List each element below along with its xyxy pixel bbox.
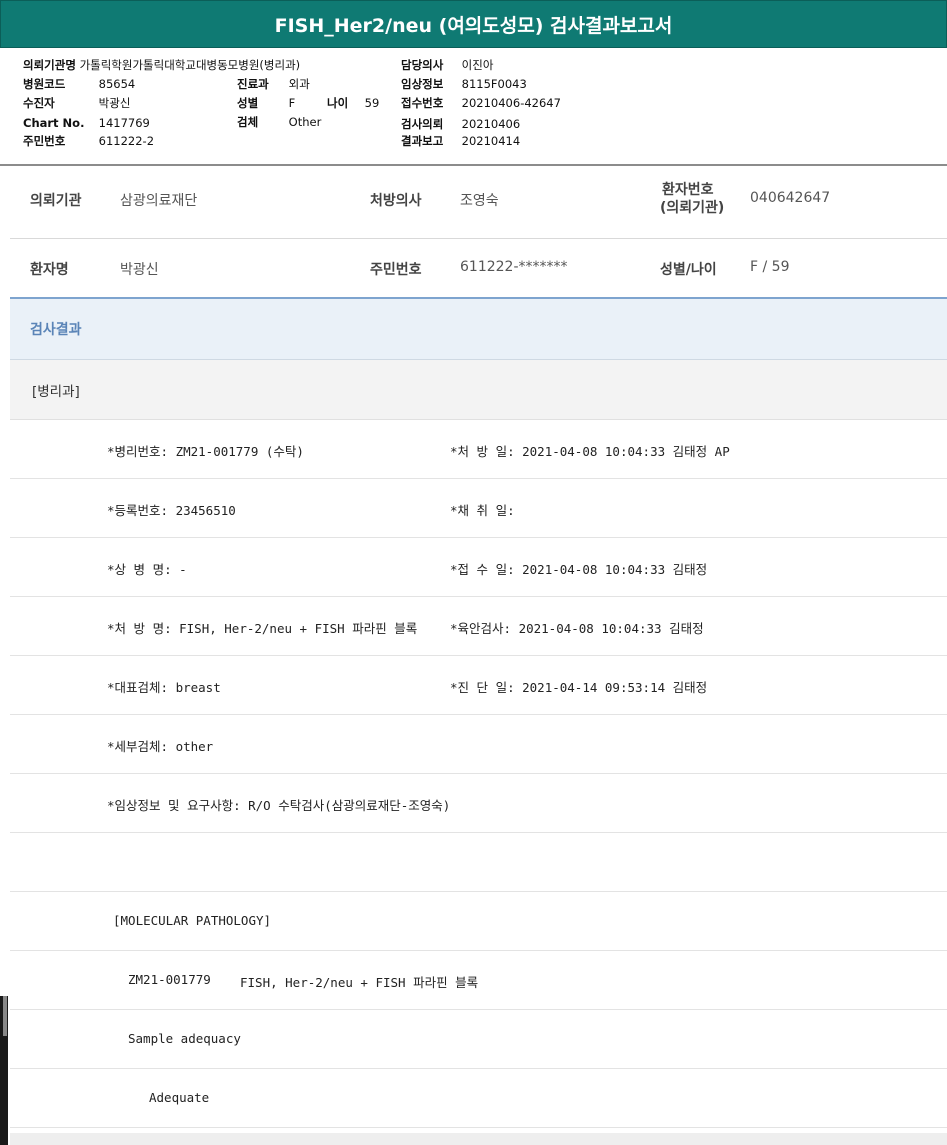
header-department: 진료과 외과 xyxy=(237,76,310,92)
scrollbar-thumb[interactable] xyxy=(3,996,7,1036)
department-row: [병리과] xyxy=(10,360,947,420)
header-label: 접수번호 xyxy=(401,96,444,110)
header-report-date: 결과보고 20210414 xyxy=(401,133,520,149)
header-label: 담당의사 xyxy=(401,58,444,72)
molecular-test: FISH, Her-2/neu + FISH 파라핀 블록 xyxy=(240,975,479,990)
molecular-code: ZM21-001779 xyxy=(128,972,211,987)
header-label: 나이 xyxy=(327,96,349,110)
header-accession-no: 접수번호 20210406-42647 xyxy=(401,95,561,111)
header-chart-no: Chart No. 1417769 xyxy=(23,116,150,130)
result-row: *처 방 명: FISH, Her-2/neu + FISH 파라핀 블록 *육… xyxy=(10,597,947,656)
info-label: 처방의사 xyxy=(370,193,422,209)
header-label: 성별 xyxy=(237,96,259,110)
result-left: *등록번호: 23456510 xyxy=(107,503,236,518)
header-value: 이진아 xyxy=(461,58,494,72)
header-value: 박광신 xyxy=(98,96,131,110)
result-row: *상 병 명: - *접 수 일: 2021-04-08 10:04:33 김태… xyxy=(10,538,947,597)
report-title: FISH_Her2/neu (여의도성모) 검사결과보고서 xyxy=(0,0,947,48)
info-row-1: 의뢰기관 삼광의료재단 처방의사 조영숙 환자번호 (의뢰기관) 0406426… xyxy=(10,166,947,239)
molecular-heading-row: [MOLECULAR PATHOLOGY] xyxy=(10,892,947,951)
header-label: 결과보고 xyxy=(401,134,444,148)
header-age: 나이 59 xyxy=(327,95,379,111)
header-value: 611222-2 xyxy=(98,134,155,148)
info-label: (의뢰기관) xyxy=(660,200,725,216)
molecular-heading: [MOLECULAR PATHOLOGY] xyxy=(113,913,272,928)
sample-adequacy-value-row: Adequate xyxy=(10,1069,947,1128)
header-label: 병원코드 xyxy=(23,77,66,91)
results-header: 검사결과 xyxy=(10,299,947,360)
header-value: 8115F0043 xyxy=(461,77,527,91)
result-right: *처 방 일: 2021-04-08 10:04:33 김태정 AP xyxy=(450,444,730,459)
info-label: 의뢰기관 xyxy=(30,193,82,209)
info-value: F / 59 xyxy=(750,259,790,275)
header-label: 의뢰기관명 xyxy=(23,58,76,72)
blank-row xyxy=(10,833,947,892)
molecular-test-row: ZM21-001779 FISH, Her-2/neu + FISH 파라핀 블… xyxy=(10,951,947,1010)
header-label: Chart No. xyxy=(23,116,85,130)
result-left: *대표검체: breast xyxy=(107,680,221,695)
result-left: *세부검체: other xyxy=(107,739,214,754)
header-value: 가톨릭학원가톨릭대학교대병동모병원(병리과) xyxy=(79,58,301,72)
result-right: *채 취 일: xyxy=(450,503,515,518)
header-value: 외과 xyxy=(288,77,310,91)
result-row: *대표검체: breast *진 단 일: 2021-04-14 09:53:1… xyxy=(10,656,947,715)
header-patient: 수진자 박광신 xyxy=(23,95,130,111)
header-label: 검체 xyxy=(237,115,259,129)
result-left: *처 방 명: FISH, Her-2/neu + FISH 파라핀 블록 xyxy=(107,621,418,636)
info-value: 611222-******* xyxy=(460,259,568,275)
result-row: *병리번호: ZM21-001779 (수탁) *처 방 일: 2021-04-… xyxy=(10,420,947,479)
header-specimen: 검체 Other xyxy=(237,114,321,130)
info-label: 주민번호 xyxy=(370,262,422,278)
header-label: 수진자 xyxy=(23,96,55,110)
header-clinical-info: 임상정보 8115F0043 xyxy=(401,76,527,92)
result-right: *접 수 일: 2021-04-08 10:04:33 김태정 xyxy=(450,562,708,577)
department-label: [병리과] xyxy=(32,384,80,400)
info-label: 환자명 xyxy=(30,262,69,278)
info-value: 조영숙 xyxy=(460,193,499,209)
header-value: F xyxy=(288,96,296,110)
header-ordering-org: 의뢰기관명 가톨릭학원가톨릭대학교대병동모병원(병리과) xyxy=(23,57,300,73)
header-value: 20210414 xyxy=(461,134,521,148)
header-value: 59 xyxy=(364,96,380,110)
header-value: 20210406-42647 xyxy=(461,96,561,110)
header-sex: 성별 F xyxy=(237,95,295,111)
info-value: 박광신 xyxy=(120,262,159,278)
header-attending: 담당의사 이진아 xyxy=(401,57,493,73)
header-resident-no: 주민번호 611222-2 xyxy=(23,133,154,149)
info-value: 삼광의료재단 xyxy=(120,193,198,209)
result-right: *진 단 일: 2021-04-14 09:53:14 김태정 xyxy=(450,680,708,695)
info-row-2: 환자명 박광신 주민번호 611222-******* 성별/나이 F / 59 xyxy=(10,239,947,297)
result-row: *세부검체: other xyxy=(10,715,947,774)
info-label: 성별/나이 xyxy=(660,262,717,278)
result-left: *병리번호: ZM21-001779 (수탁) xyxy=(107,444,304,459)
header-label: 임상정보 xyxy=(401,77,444,91)
header-value: 1417769 xyxy=(98,116,150,130)
header-value: 85654 xyxy=(98,77,136,91)
result-left: *임상정보 및 요구사항: R/O 수탁검사(삼광의료재단-조영숙) xyxy=(107,798,451,813)
sample-adequacy-row: Sample adequacy xyxy=(10,1010,947,1069)
result-left: *상 병 명: - xyxy=(107,562,187,577)
sample-adequacy-value: Adequate xyxy=(149,1090,210,1105)
sample-adequacy-label: Sample adequacy xyxy=(128,1031,241,1046)
result-row: *임상정보 및 요구사항: R/O 수탁검사(삼광의료재단-조영숙) xyxy=(10,774,947,833)
header-label: 주민번호 xyxy=(23,134,66,148)
result-row: *등록번호: 23456510 *채 취 일: xyxy=(10,479,947,538)
bottom-bar xyxy=(10,1133,947,1145)
header-value: Other xyxy=(288,115,322,129)
header-value: 20210406 xyxy=(461,117,521,131)
header-request-date: 검사의뢰 20210406 xyxy=(401,116,520,132)
info-value: 040642647 xyxy=(750,190,831,206)
result-right: *육안검사: 2021-04-08 10:04:33 김태정 xyxy=(450,621,704,636)
info-label: 환자번호 xyxy=(662,182,714,198)
header-label: 검사의뢰 xyxy=(401,117,444,131)
results-title: 검사결과 xyxy=(30,322,82,338)
header-label: 진료과 xyxy=(237,77,269,91)
header-hospital-code: 병원코드 85654 xyxy=(23,76,135,92)
